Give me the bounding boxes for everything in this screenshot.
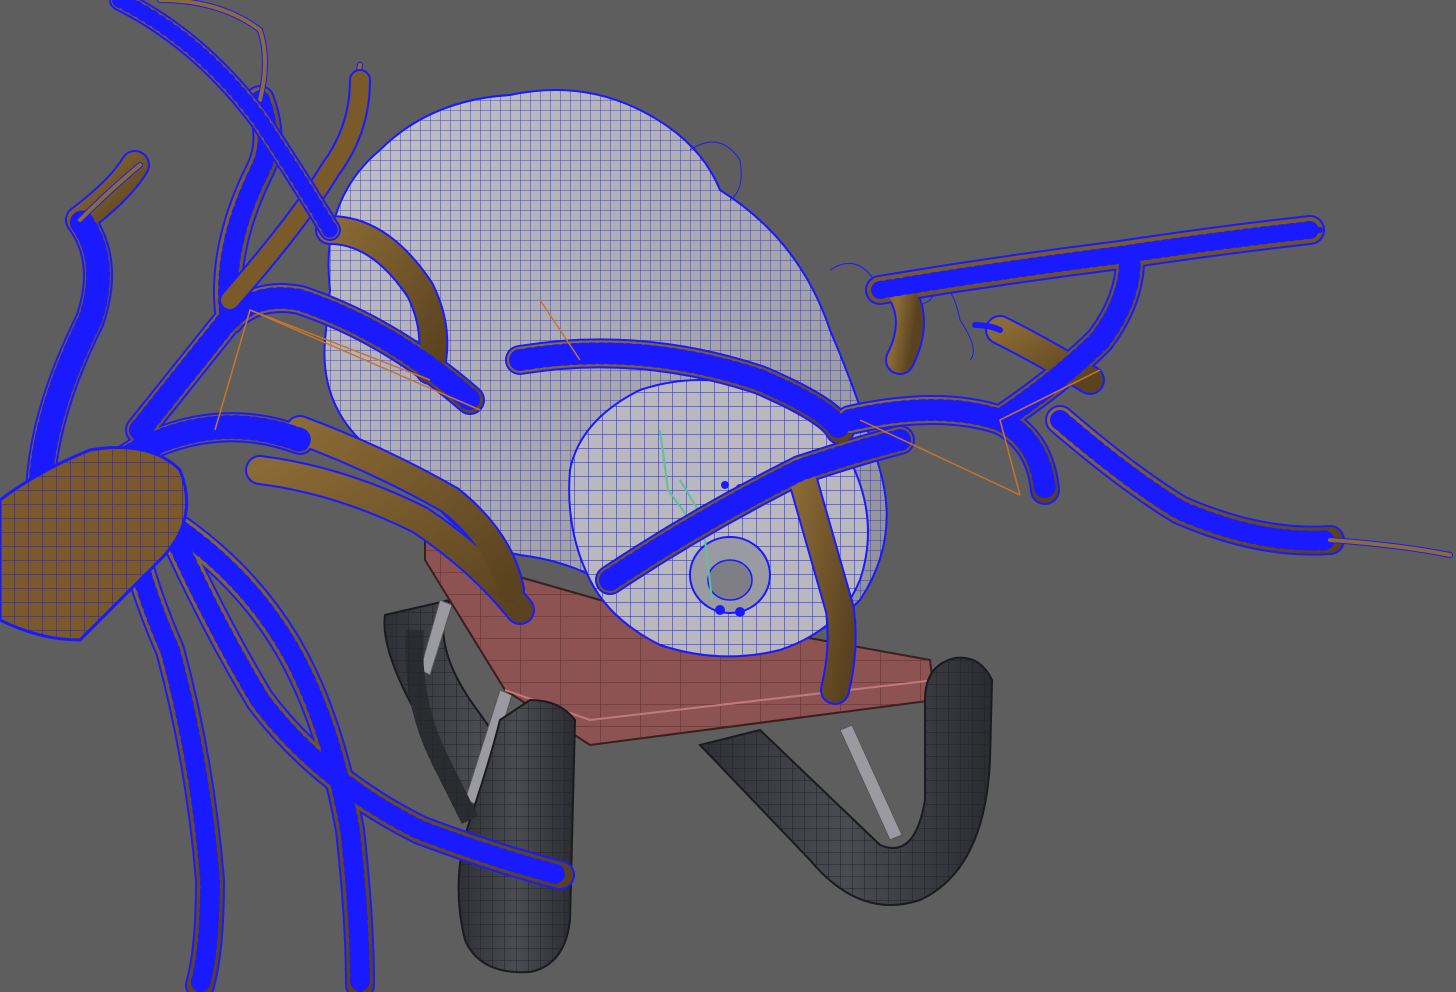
tree-branches-mesh[interactable]: [0, 0, 1453, 992]
scene-render[interactable]: [0, 0, 1456, 992]
maya-3d-viewport[interactable]: [0, 0, 1456, 992]
